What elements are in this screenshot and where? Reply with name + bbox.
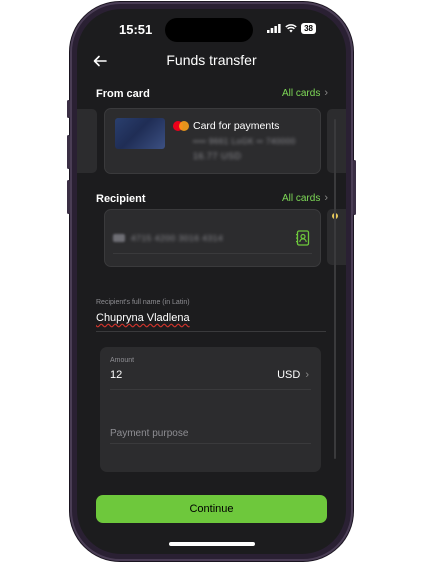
volume-up-button — [67, 135, 70, 169]
chevron-right-icon: › — [324, 87, 328, 99]
volume-down-button — [67, 180, 70, 214]
status-time: 15:51 — [119, 22, 153, 37]
power-button — [353, 160, 356, 215]
amount-underline — [110, 389, 311, 390]
payment-purpose-input[interactable]: Payment purpose — [110, 428, 188, 439]
top-bar: Funds transfer — [77, 49, 346, 73]
recipient-all-cards-link[interactable]: All cards › — [282, 192, 328, 204]
scrollbar[interactable] — [334, 119, 336, 459]
amount-input[interactable]: 12 — [110, 369, 122, 381]
mute-switch — [67, 100, 70, 118]
card-input-underline — [113, 253, 312, 254]
recipient-card-input[interactable]: 4715 4200 3016 4314 — [104, 209, 321, 267]
full-name-underline — [96, 331, 326, 332]
next-card-peek[interactable] — [327, 109, 346, 173]
status-bar: 15:51 38 — [77, 18, 346, 42]
from-card-label: From card — [96, 88, 150, 100]
status-icons: 38 — [267, 23, 316, 34]
page-title: Funds transfer — [166, 52, 257, 68]
continue-button[interactable]: Continue — [96, 495, 327, 523]
card-balance: 16.77 USD — [193, 151, 242, 161]
source-card-tile[interactable]: Card for payments •••• 9661 LoGK •• 7400… — [104, 108, 321, 174]
amount-label: Amount — [110, 357, 135, 364]
dynamic-island — [165, 18, 253, 42]
battery-icon: 38 — [301, 23, 316, 34]
full-name-label: Recipient's full name (in Latin) — [96, 299, 190, 306]
currency-selector[interactable]: USD › — [277, 369, 309, 381]
recipient-label: Recipient — [96, 193, 146, 205]
card-brand-icon — [113, 234, 125, 242]
card-masked-number: •••• 9661 LoGK •• 740000 — [193, 137, 296, 146]
card-image — [115, 118, 165, 149]
from-all-cards-link[interactable]: All cards › — [282, 87, 328, 99]
currency-value: USD — [277, 369, 301, 381]
prev-card-peek[interactable] — [77, 109, 97, 173]
card-name: Card for payments — [193, 120, 280, 132]
chevron-right-icon: › — [305, 369, 309, 381]
from-all-cards-text: All cards — [281, 87, 321, 99]
full-name-input[interactable]: Chupryna Vladlena — [96, 312, 190, 324]
home-indicator[interactable] — [169, 542, 255, 546]
chevron-right-icon: › — [324, 192, 328, 204]
purpose-underline — [110, 443, 311, 444]
signal-icon — [267, 24, 281, 33]
app-screen: 15:51 38 Funds transfer From card All ca… — [77, 9, 346, 554]
mastercard-logo-icon — [173, 121, 189, 131]
amount-panel: Amount 12 USD › Payment purpose — [100, 347, 321, 472]
recipient-all-cards-text: All cards — [281, 192, 321, 204]
recipient-card-number: 4715 4200 3016 4314 — [131, 233, 224, 243]
next-recipient-peek[interactable] — [327, 209, 346, 265]
wifi-icon — [285, 24, 297, 33]
contacts-icon[interactable] — [296, 230, 310, 246]
